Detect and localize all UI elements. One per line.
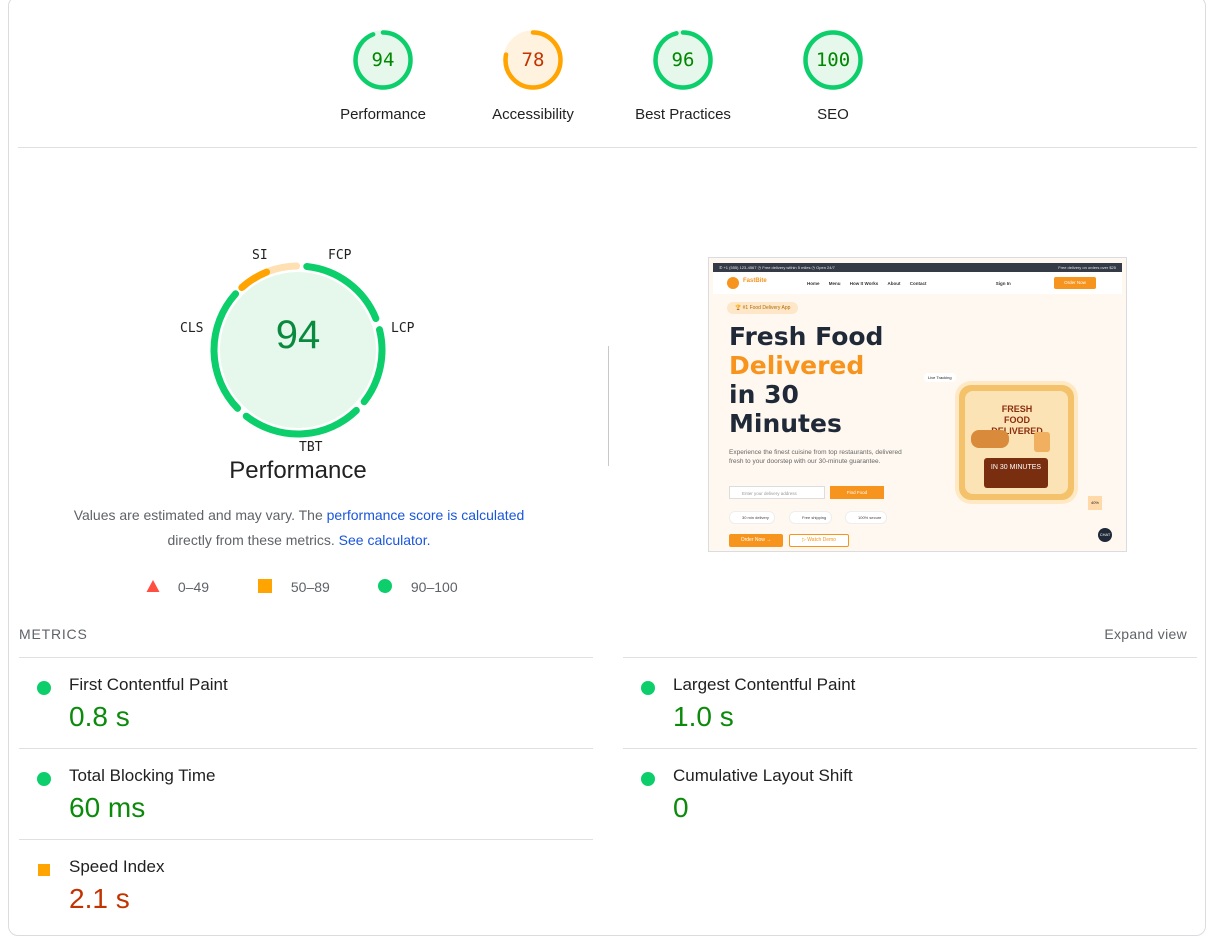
pass-circle-icon bbox=[641, 681, 655, 695]
circle-icon bbox=[378, 578, 392, 596]
tag-tbt: TBT bbox=[299, 440, 323, 455]
logo-icon bbox=[727, 277, 739, 289]
thumb-order-button: Order Now bbox=[1054, 277, 1096, 289]
metrics-rule bbox=[623, 748, 1197, 749]
metrics-rule bbox=[623, 657, 1197, 658]
see-calculator-link[interactable]: See calculator. bbox=[339, 532, 431, 548]
thumb-brand: FastBite bbox=[743, 278, 767, 284]
thumb-address-input: Enter your delivery address bbox=[729, 486, 825, 499]
legend-average-range: 50–89 bbox=[290, 579, 330, 596]
performance-description: Values are estimated and may vary. The p… bbox=[40, 503, 558, 553]
thumb-topbar: ✆ +1 (555) 123-4567 ◷ Free delivery with… bbox=[713, 263, 1122, 272]
performance-title: Performance bbox=[229, 457, 367, 484]
thumb-cta-secondary: ▷ Watch Demo bbox=[789, 534, 849, 547]
gauges-divider bbox=[18, 147, 1197, 148]
legend-fail-range: 0–49 bbox=[177, 579, 210, 596]
metric-value: 2.1 s bbox=[69, 883, 130, 914]
thumb-chip: 30 min delivery bbox=[729, 511, 775, 524]
thumb-headline: Fresh Food Delivered in 30 Minutes bbox=[729, 322, 883, 438]
gauge-performance[interactable]: 94 Performance bbox=[303, 30, 463, 123]
metric-title: Speed Index bbox=[69, 857, 165, 876]
metric-title: Cumulative Layout Shift bbox=[673, 766, 853, 785]
square-icon bbox=[258, 578, 272, 596]
performance-score: 94 bbox=[275, 313, 321, 357]
average-square-icon bbox=[38, 864, 50, 876]
gauge-label: Accessibility bbox=[492, 106, 574, 123]
gauge-accessibility[interactable]: 78 Accessibility bbox=[453, 30, 613, 123]
metric-value: 60 ms bbox=[69, 792, 146, 823]
chat-icon: CHAT bbox=[1098, 528, 1112, 542]
gauge-score: 96 bbox=[671, 49, 695, 71]
metric-title: Total Blocking Time bbox=[69, 766, 216, 785]
thumb-nav-item: Contact bbox=[909, 281, 927, 286]
metric-title: First Contentful Paint bbox=[69, 675, 228, 694]
metrics-rule bbox=[19, 839, 593, 840]
thumb-topbar-right: Free delivery on orders over $25 bbox=[1058, 265, 1116, 270]
pass-circle-icon bbox=[37, 681, 51, 695]
gauge-label: SEO bbox=[817, 106, 849, 123]
metrics-rule bbox=[19, 748, 593, 749]
pass-circle-icon bbox=[641, 772, 655, 786]
gauge-score: 100 bbox=[815, 49, 851, 71]
cup-icon bbox=[1034, 432, 1050, 452]
thumb-sign-in: Sign In bbox=[995, 281, 1011, 286]
pass-circle-icon bbox=[37, 772, 51, 786]
thumb-headline-1: Fresh Food bbox=[729, 322, 884, 351]
tag-fcp: FCP bbox=[328, 248, 352, 263]
vertical-separator bbox=[608, 346, 609, 466]
metric-value: 0 bbox=[673, 792, 689, 823]
gauge-label: Best Practices bbox=[635, 106, 731, 123]
thumb-subtext: Experience the finest cuisine from top r… bbox=[729, 449, 902, 465]
thumb-nav: Home Menu How It Works About Contact Sig… bbox=[807, 281, 1019, 286]
thumb-card-badge: IN 30 MINUTES bbox=[984, 458, 1048, 488]
legend-fail: 0–49 bbox=[146, 578, 209, 596]
thumb-nav-item: Home bbox=[807, 281, 820, 286]
thumb-live-tracking: Live Tracking bbox=[924, 373, 956, 382]
gauge-score: 78 bbox=[521, 49, 545, 71]
thumb-pill: 🏆 #1 Food Delivery App bbox=[727, 302, 799, 314]
thumb-find-button: Find Food bbox=[830, 486, 884, 499]
metrics-heading: METRICS bbox=[19, 626, 88, 642]
final-screenshot[interactable]: ✆ +1 (555) 123-4567 ◷ Free delivery with… bbox=[708, 257, 1127, 552]
desc-prefix: Values are estimated and may vary. The bbox=[73, 507, 327, 523]
bread-icon bbox=[971, 430, 1009, 448]
thumb-cta-primary: Order Now → bbox=[729, 534, 783, 547]
tag-si: SI bbox=[252, 248, 268, 263]
thumb-navbar: FastBite Home Menu How It Works About Co… bbox=[713, 272, 1122, 294]
thumb-topbar-left: ✆ +1 (555) 123-4567 ◷ Free delivery with… bbox=[719, 265, 835, 270]
thumb-chip: Free shipping bbox=[789, 511, 833, 524]
tag-cls: CLS bbox=[180, 321, 204, 336]
thumb-nav-item: About bbox=[887, 281, 901, 286]
thumb-discount-badge: 40% bbox=[1088, 496, 1102, 510]
legend-pass: 90–100 bbox=[378, 578, 458, 596]
thumb-headline-2: Delivered bbox=[729, 351, 865, 380]
thumb-nav-item: How It Works bbox=[849, 281, 879, 286]
desc-middle: directly from these metrics. bbox=[167, 532, 335, 548]
tag-lcp: LCP bbox=[391, 321, 415, 336]
thumb-headline-4: Minutes bbox=[729, 409, 842, 438]
gauge-best-practices[interactable]: 96 Best Practices bbox=[603, 30, 763, 123]
triangle-icon bbox=[146, 579, 160, 596]
thumb-chip: 100% secure bbox=[845, 511, 888, 524]
metric-value: 1.0 s bbox=[673, 701, 734, 732]
thumb-nav-item: Menu bbox=[828, 281, 841, 286]
arc-si-track bbox=[264, 262, 301, 276]
metrics-rule bbox=[19, 657, 593, 658]
gauge-seo[interactable]: 100 SEO bbox=[753, 30, 913, 123]
expand-view-toggle[interactable]: Expand view bbox=[1104, 626, 1187, 642]
score-calculated-link[interactable]: performance score is calculated bbox=[327, 507, 525, 523]
gauge-score: 94 bbox=[371, 49, 395, 71]
legend-average: 50–89 bbox=[258, 578, 330, 596]
thumb-headline-3: in 30 bbox=[729, 380, 799, 409]
metric-title: Largest Contentful Paint bbox=[673, 675, 856, 694]
legend-pass-range: 90–100 bbox=[410, 579, 458, 596]
metric-value: 0.8 s bbox=[69, 701, 130, 732]
gauge-label: Performance bbox=[340, 106, 426, 123]
